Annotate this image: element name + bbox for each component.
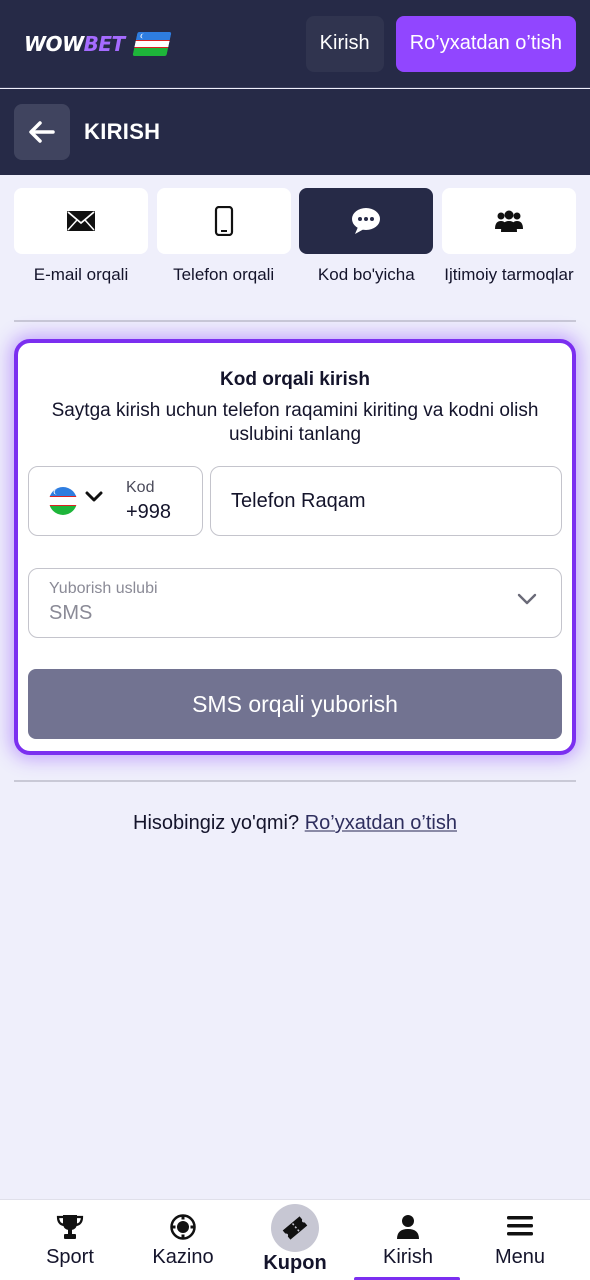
tab-social[interactable]: Ijtimoiy tarmoqlar (441, 188, 576, 286)
phone-number-input[interactable] (231, 489, 531, 513)
divider (14, 780, 576, 782)
register-link[interactable]: Ro’yxatdan o’tish (305, 812, 457, 834)
tab-code[interactable]: Kod bo'yicha (299, 188, 434, 286)
trophy-icon (56, 1215, 84, 1239)
page-title: KIRISH (84, 119, 161, 144)
envelope-icon (67, 211, 95, 231)
register-button[interactable]: Ro’yxatdan o’tish (395, 15, 576, 72)
logo-wow: WOW (24, 31, 84, 56)
country-code-label: Kod (126, 479, 155, 496)
tab-phone-label: Telefon orqali (173, 265, 275, 284)
no-account-row: Hisobingiz yo'qmi? Ro’yxatdan o’tish (0, 812, 590, 835)
arrow-left-icon (29, 121, 55, 143)
users-icon (494, 210, 523, 232)
nav-kazino[interactable]: Kazino (127, 1200, 239, 1280)
card-description: Saytga kirish uchun telefon raqamini kir… (51, 400, 539, 445)
nav-menu[interactable]: Menu (464, 1200, 576, 1280)
country-code-select[interactable]: Kod +998 (28, 466, 203, 536)
tab-social-box[interactable] (441, 188, 576, 254)
send-method-label: Yuborish uslubi (49, 580, 158, 597)
nav-sport-label: Sport (46, 1246, 94, 1268)
hamburger-icon (507, 1216, 533, 1236)
user-icon (397, 1215, 419, 1239)
tab-code-box[interactable] (299, 188, 434, 254)
login-method-tabs: E-mail orqali Telefon orqali Kod bo'yich… (14, 188, 576, 286)
country-code-value: +998 (126, 501, 172, 523)
tab-code-label: Kod bo'yicha (317, 265, 415, 284)
no-account-text: Hisobingiz yo'qmi? (133, 812, 300, 834)
coupon-circle (271, 1204, 319, 1252)
divider (14, 320, 576, 322)
logo-bet: BET (83, 31, 126, 56)
chevron-down-icon (85, 491, 103, 502)
top-header: WOWBET Kirish Ro’yxatdan o’tish (0, 0, 590, 88)
tab-social-label: Ijtimoiy tarmoqlar (444, 265, 574, 284)
back-button[interactable] (14, 104, 70, 160)
bottom-navigation: Sport Kazino Kupon Kirish Menu (0, 1199, 590, 1280)
tab-email-box[interactable] (14, 188, 148, 254)
nav-kazino-label: Kazino (152, 1246, 214, 1268)
chat-bubble-icon (352, 208, 381, 234)
tab-email[interactable]: E-mail orqali (14, 188, 148, 286)
phone-number-field[interactable] (210, 466, 562, 536)
send-method-select[interactable]: Yuborish uslubi SMS (28, 568, 562, 638)
nav-sport[interactable]: Sport (14, 1200, 126, 1280)
send-sms-button[interactable]: SMS orqali yuborish (28, 669, 562, 739)
nav-kirish-label: Kirish (382, 1246, 433, 1268)
casino-chip-icon (170, 1214, 196, 1240)
uzbekistan-flag-icon (132, 31, 172, 56)
tab-phone[interactable]: Telefon orqali (156, 188, 291, 286)
page-header: KIRISH (0, 89, 590, 175)
tab-email-label: E-mail orqali (33, 265, 129, 284)
ticket-icon (282, 1216, 308, 1240)
login-button[interactable]: Kirish (305, 15, 384, 72)
code-login-card: Kod orqali kirish Saytga kirish uchun te… (14, 339, 576, 755)
card-title: Kod orqali kirish (220, 369, 370, 390)
nav-kupon-label: Kupon (263, 1252, 327, 1274)
uzbekistan-flag-icon (49, 487, 77, 515)
nav-kirish[interactable]: Kirish (352, 1200, 464, 1280)
chevron-down-icon (517, 593, 537, 605)
nav-menu-label: Menu (494, 1246, 546, 1268)
nav-kupon[interactable]: Kupon (239, 1200, 351, 1280)
send-method-value: SMS (49, 602, 93, 624)
phone-icon (214, 206, 233, 236)
logo[interactable]: WOWBET (24, 31, 172, 56)
tab-phone-box[interactable] (156, 188, 291, 254)
logo-text: WOWBET (24, 32, 125, 56)
